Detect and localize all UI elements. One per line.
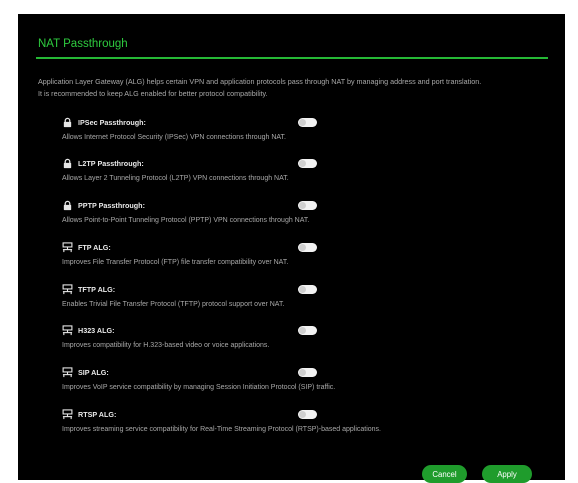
setting-description: Allows Internet Protocol Security (IPSec… bbox=[62, 134, 286, 141]
l2tp-toggle[interactable] bbox=[298, 159, 317, 168]
ipsec-toggle[interactable] bbox=[298, 118, 317, 127]
toggle-knob bbox=[299, 411, 306, 418]
setting-label: L2TP Passthrough: bbox=[78, 158, 144, 168]
network-icon bbox=[62, 324, 73, 335]
setting-ftp-alg: FTP ALG: Improves File Transfer Protocol… bbox=[62, 240, 532, 274]
setting-h323-alg: H323 ALG: Improves compatibility for H.3… bbox=[62, 323, 532, 357]
sip-alg-toggle[interactable] bbox=[298, 368, 317, 377]
description-line-2: It is recommended to keep ALG enabled fo… bbox=[38, 89, 268, 98]
toggle-knob bbox=[299, 286, 306, 293]
lock-icon bbox=[63, 158, 72, 168]
toggle-knob bbox=[299, 244, 306, 251]
setting-description: Enables Trivial File Transfer Protocol (… bbox=[62, 301, 285, 308]
toggle-knob bbox=[299, 202, 306, 209]
h323-alg-toggle[interactable] bbox=[298, 326, 317, 335]
lock-icon bbox=[63, 117, 72, 127]
setting-description: Allows Point-to-Point Tunneling Protocol… bbox=[62, 217, 310, 224]
nat-passthrough-panel: NAT Passthrough Application Layer Gatewa… bbox=[18, 14, 565, 483]
setting-ipsec: IPSec Passthrough: Allows Internet Proto… bbox=[62, 115, 532, 149]
ftp-alg-toggle[interactable] bbox=[298, 243, 317, 252]
setting-description: Improves compatibility for H.323-based v… bbox=[62, 342, 270, 349]
setting-description: Improves File Transfer Protocol (FTP) fi… bbox=[62, 259, 289, 266]
section-description: Application Layer Gateway (ALG) helps ce… bbox=[38, 76, 558, 100]
network-icon bbox=[62, 283, 73, 294]
setting-label: PPTP Passthrough: bbox=[78, 200, 145, 210]
toggle-knob bbox=[299, 119, 306, 126]
setting-description: Improves streaming service compatibility… bbox=[62, 426, 382, 433]
setting-label: RTSP ALG: bbox=[78, 409, 117, 419]
setting-description: Improves VoIP service compatibility by m… bbox=[62, 384, 336, 391]
setting-label: TFTP ALG: bbox=[78, 284, 116, 294]
network-icon bbox=[62, 408, 73, 419]
apply-button[interactable]: Apply bbox=[482, 465, 532, 483]
setting-sip-alg: SIP ALG: Improves VoIP service compatibi… bbox=[62, 365, 532, 399]
setting-label: H323 ALG: bbox=[78, 325, 115, 335]
setting-label: IPSec Passthrough: bbox=[78, 117, 146, 127]
setting-description: Allows Layer 2 Tunneling Protocol (L2TP)… bbox=[62, 175, 289, 182]
network-icon bbox=[62, 241, 73, 252]
description-line-1: Application Layer Gateway (ALG) helps ce… bbox=[38, 77, 482, 86]
title-divider bbox=[36, 57, 548, 59]
rtsp-alg-toggle[interactable] bbox=[298, 410, 317, 419]
toggle-knob bbox=[299, 327, 306, 334]
page-title: NAT Passthrough bbox=[38, 38, 128, 50]
toggle-knob bbox=[299, 160, 306, 167]
cancel-button[interactable]: Cancel bbox=[422, 465, 467, 483]
setting-label: FTP ALG: bbox=[78, 242, 111, 252]
network-icon bbox=[62, 366, 73, 377]
pptp-toggle[interactable] bbox=[298, 201, 317, 210]
setting-l2tp: L2TP Passthrough: Allows Layer 2 Tunneli… bbox=[62, 156, 532, 190]
setting-tftp-alg: TFTP ALG: Enables Trivial File Transfer … bbox=[62, 282, 532, 316]
lock-icon bbox=[63, 200, 72, 210]
setting-label: SIP ALG: bbox=[78, 367, 109, 377]
setting-rtsp-alg: RTSP ALG: Improves streaming service com… bbox=[62, 407, 532, 441]
setting-pptp: PPTP Passthrough: Allows Point-to-Point … bbox=[62, 198, 532, 232]
tftp-alg-toggle[interactable] bbox=[298, 285, 317, 294]
toggle-knob bbox=[299, 369, 306, 376]
